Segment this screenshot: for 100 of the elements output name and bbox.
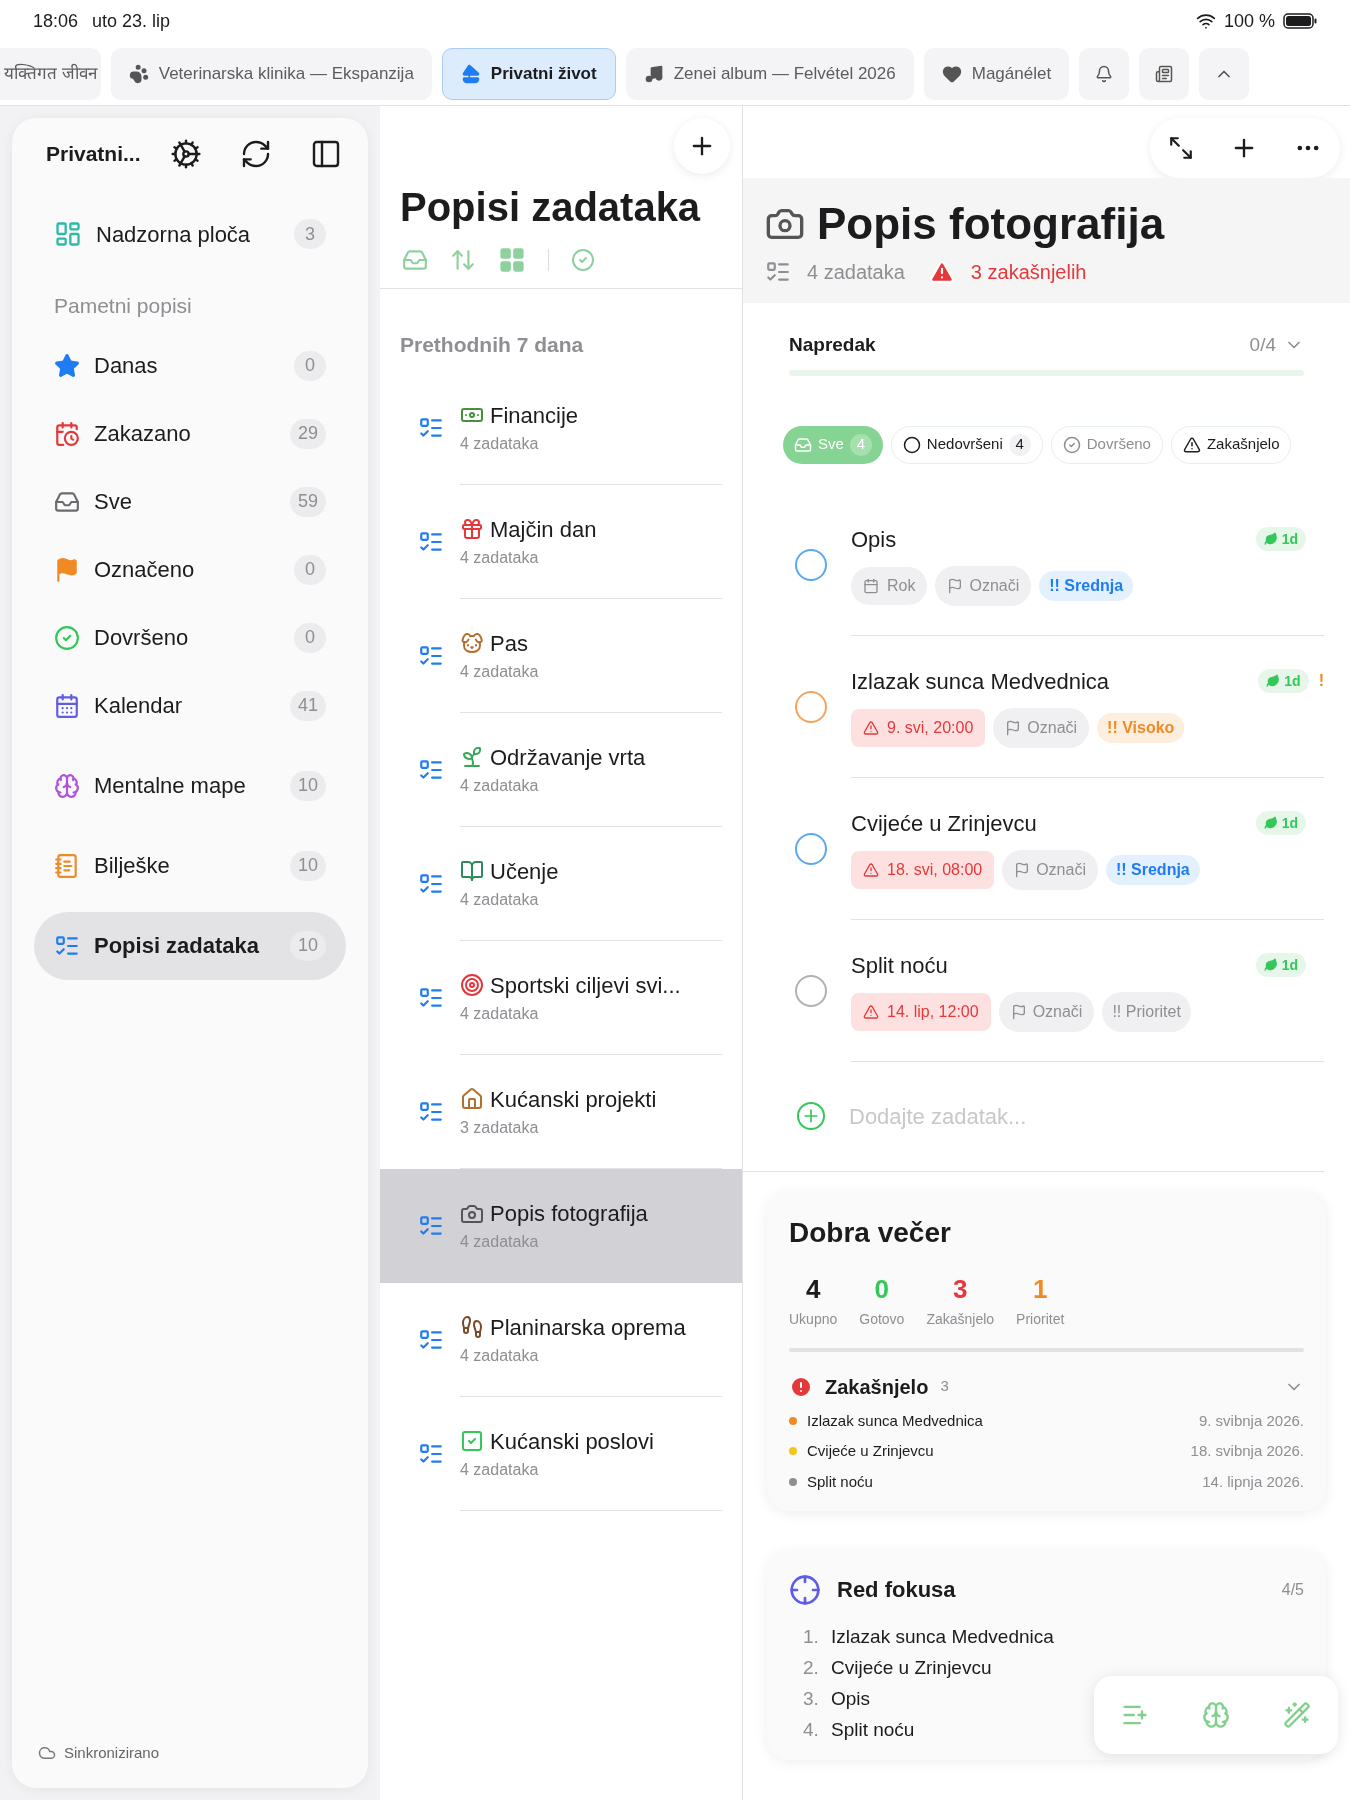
sidebar-item[interactable]: Dovršeno 0 — [34, 603, 346, 672]
sidebar-toggle-icon[interactable] — [310, 138, 342, 170]
sidebar-item[interactable]: Sve 59 — [34, 467, 346, 536]
circle-icon — [902, 435, 921, 454]
workspace-tab[interactable]: यक्तिगत जीवन — [0, 47, 101, 100]
count-badge: 10 — [289, 770, 326, 801]
item-number: 4. — [803, 1718, 820, 1743]
focus-item: Cvijeće u Zrinjevcu — [831, 1656, 992, 1681]
list-row[interactable]: Financije 4 zadataka — [380, 370, 742, 485]
stat-value: 3 — [953, 1272, 968, 1306]
overdue-date: 18. svibnja 2026. — [1190, 1441, 1304, 1461]
sidebar-item[interactable]: Popisi zadataka 10 — [34, 911, 346, 980]
book-icon — [460, 859, 484, 883]
stat-value: 1 — [1033, 1272, 1048, 1306]
leaf-icon — [1266, 674, 1281, 688]
check-circle-icon — [54, 624, 80, 651]
sidebar-item[interactable]: Označeno 0 — [34, 535, 346, 604]
music-note-icon — [643, 63, 664, 84]
task-checkbox[interactable] — [795, 974, 827, 1007]
leaf-icon — [1263, 816, 1278, 830]
settings-icon[interactable] — [170, 138, 202, 170]
leaf-icon — [1263, 532, 1278, 546]
list-row[interactable]: Sportski ciljevi svi... 4 zadataka — [380, 940, 742, 1055]
workspace-tab[interactable]: Privatni život — [441, 47, 616, 100]
task-count: 4 zadataka — [460, 775, 540, 796]
overdue-task: Izlazak sunca Medvednica — [807, 1410, 984, 1431]
stat-value: 0 — [874, 1272, 890, 1306]
magic-wand-icon[interactable] — [1283, 1701, 1312, 1729]
priority-mark: ! — [1318, 671, 1324, 691]
battery-icon — [1283, 13, 1317, 29]
expand-icon[interactable] — [1168, 135, 1194, 161]
workspace-tab[interactable]: Zenei album — Felvétel 2026 — [625, 47, 914, 100]
stat-label: Ukupno — [789, 1309, 838, 1329]
progress-label: Napredak — [789, 333, 876, 357]
task-count: 4 zadataka — [460, 1003, 540, 1024]
count-badge: 3 — [294, 219, 326, 249]
task-title: Opis — [851, 525, 898, 554]
sailboat-icon — [460, 63, 481, 84]
filter-count: 4 — [1008, 433, 1031, 456]
flag-icon — [1010, 1003, 1027, 1020]
list-name: Održavanje vrta — [490, 743, 646, 772]
section-title: Zakašnjelo — [825, 1374, 929, 1400]
sidebar-item[interactable]: Bilješke 10 — [34, 831, 346, 900]
dashboard-icon — [54, 220, 82, 248]
list-row[interactable]: Održavanje vrta 4 zadataka — [380, 712, 742, 827]
head-brain-icon[interactable] — [1202, 1701, 1230, 1729]
list-row[interactable]: Kućanski projekti 3 zadataka — [380, 1054, 742, 1169]
notes-icon — [54, 852, 80, 879]
sidebar-item[interactable]: Kalendar 41 — [34, 671, 346, 740]
sprout-icon — [460, 745, 484, 769]
list-name: Pas — [490, 629, 528, 658]
inbox-icon[interactable] — [402, 247, 428, 273]
list-row[interactable]: Kućanski poslovi 4 zadataka — [380, 1396, 742, 1511]
list-name: Popis fotografija — [490, 1200, 648, 1228]
overdue-task: Cvijeće u Zrinjevcu — [807, 1441, 935, 1461]
item-number: 2. — [803, 1656, 820, 1681]
task-title: Izlazak sunca Medvednica — [851, 667, 1111, 696]
paw-icon — [128, 63, 149, 84]
list-name: Planinarska oprema — [490, 1313, 686, 1342]
list-name: Učenje — [490, 857, 559, 886]
sync-icon[interactable] — [240, 138, 272, 170]
warning-icon — [863, 1003, 879, 1020]
reader-button[interactable] — [1139, 47, 1190, 100]
sidebar-item[interactable]: Zakazano 29 — [34, 399, 346, 468]
sidebar-item[interactable]: Mentalne mape 10 — [34, 751, 346, 820]
sidebar-item[interactable]: Danas 0 — [34, 331, 346, 400]
sidebar-item[interactable]: Nadzorna ploča 3 — [34, 202, 346, 266]
check-circle-icon — [1062, 435, 1081, 454]
tag-chip: 1d — [1255, 527, 1306, 551]
house-icon — [460, 1087, 484, 1111]
newspaper-icon — [1155, 64, 1174, 83]
check-box-icon — [460, 1429, 484, 1453]
workspace-tab[interactable]: Magánélet — [923, 47, 1070, 100]
warning-icon — [1182, 435, 1201, 454]
layout-icon[interactable] — [498, 246, 526, 274]
task-count: 4 zadataka — [807, 260, 905, 285]
check-circle-icon[interactable] — [571, 248, 595, 272]
task-count: 4 zadataka — [460, 1345, 540, 1366]
list-row[interactable]: Majčin dan 4 zadataka — [380, 484, 742, 599]
group-header: Prethodnih 7 dana — [399, 332, 585, 358]
bell-button[interactable] — [1079, 47, 1130, 100]
task-checkbox[interactable] — [795, 548, 827, 581]
item-number: 3. — [803, 1687, 820, 1712]
workspace-tab[interactable]: Veterinarska klinika — Ekspanzija — [110, 47, 432, 100]
battery-percent: 100 % — [1223, 9, 1275, 33]
warning-icon — [863, 719, 879, 736]
task-checkbox[interactable] — [795, 832, 827, 865]
task-checkbox[interactable] — [795, 690, 827, 723]
list-name: Majčin dan — [490, 515, 597, 544]
greeting: Dobra večer — [789, 1215, 952, 1250]
list-row[interactable]: Učenje 4 zadataka — [380, 826, 742, 941]
warning-icon — [928, 259, 955, 285]
list-row[interactable]: Pas 4 zadataka — [380, 598, 742, 713]
stat-label: Gotovo — [859, 1309, 905, 1329]
sort-icon[interactable] — [450, 247, 476, 273]
count-badge: 41 — [289, 690, 326, 721]
list-row[interactable]: Planinarska oprema 4 zadataka — [380, 1282, 742, 1397]
overdue-date: 9. svibnja 2026. — [1198, 1410, 1304, 1431]
list-row[interactable]: Popis fotografija 4 zadataka — [380, 1168, 742, 1283]
overdue-task: Split noću — [807, 1471, 874, 1492]
